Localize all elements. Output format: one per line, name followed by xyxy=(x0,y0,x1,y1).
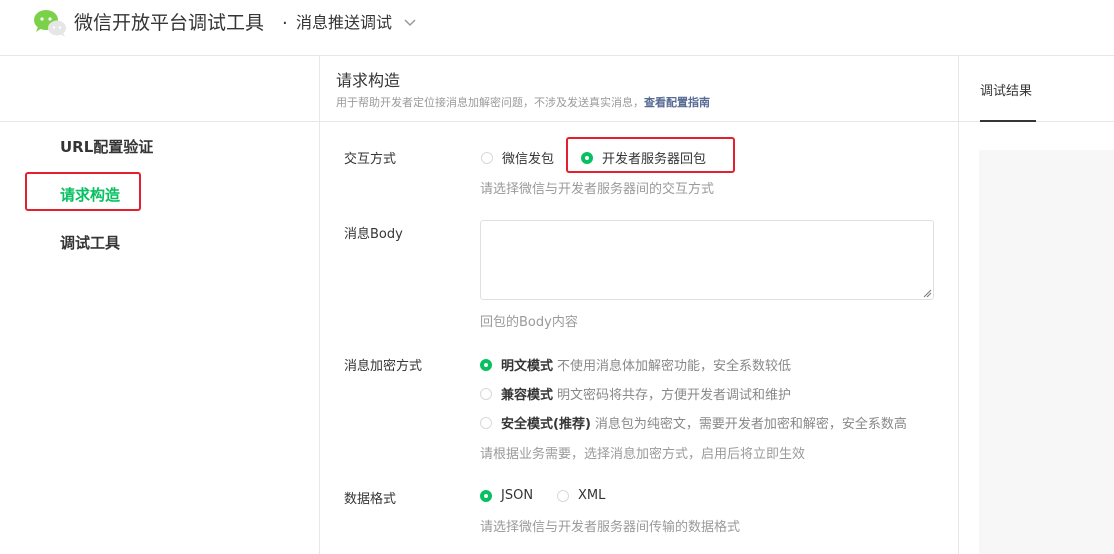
tab-debug-result[interactable]: 调试结果 xyxy=(980,80,1032,99)
radio-indicator xyxy=(481,151,493,164)
radio-label: 微信发包 xyxy=(502,152,555,167)
config-guide-link[interactable]: 查看配置指南 xyxy=(644,96,710,109)
body-hint: 回包的Body内容 xyxy=(480,315,578,330)
radio-secure-mode[interactable]: 安全模式(推荐) 消息包为纯密文，需要开发者加密和解密，安全系数高 xyxy=(480,413,907,432)
section-description-text: 用于帮助开发者定位接消息加解密问题，不涉及发送真实消息， xyxy=(336,96,644,109)
result-output-area xyxy=(979,150,1114,554)
encryption-label: 消息加密方式 xyxy=(344,359,423,374)
sidebar-header xyxy=(0,56,319,122)
radio-wechat-send[interactable]: 微信发包 xyxy=(481,148,554,167)
section-description: 用于帮助开发者定位接消息加解密问题，不涉及发送真实消息，查看配置指南 xyxy=(336,95,958,111)
result-header: 调试结果 xyxy=(959,56,1114,122)
radio-description: 不使用消息体加解密功能，安全系数较低 xyxy=(557,359,792,374)
radio-label: 明文模式 xyxy=(501,359,554,374)
radio-indicator xyxy=(480,358,492,371)
section-header: 请求构造 用于帮助开发者定位接消息加解密问题，不涉及发送真实消息，查看配置指南 xyxy=(320,56,958,122)
sidebar-item-request-build[interactable]: 请求构造 xyxy=(60,184,120,206)
wechat-logo-icon xyxy=(34,10,66,37)
tab-underline xyxy=(980,120,1036,122)
radio-indicator xyxy=(480,489,492,502)
sidebar-item-url-verify[interactable]: URL配置验证 xyxy=(60,136,153,158)
format-label: 数据格式 xyxy=(344,492,397,507)
message-body-input[interactable] xyxy=(480,220,934,300)
radio-label: 安全模式(推荐) xyxy=(501,417,591,432)
sidebar-item-debug-tools[interactable]: 调试工具 xyxy=(60,232,120,254)
radio-compatible-mode[interactable]: 兼容模式 明文密码将共存，方便开发者调试和维护 xyxy=(480,384,791,403)
result-panel-column: 调试结果 xyxy=(958,56,1114,554)
radio-format-xml[interactable]: XML xyxy=(557,488,605,503)
title-separator: · xyxy=(282,13,288,34)
radio-description: 明文密码将共存，方便开发者调试和维护 xyxy=(557,388,792,403)
top-bar: 微信开放平台调试工具 · 消息推送调试 xyxy=(0,0,1114,56)
radio-format-json[interactable]: JSON xyxy=(480,488,533,503)
sidebar xyxy=(0,56,320,554)
interaction-label: 交互方式 xyxy=(344,152,397,167)
radio-indicator xyxy=(557,489,569,502)
radio-indicator xyxy=(480,416,492,429)
page-title[interactable]: 消息推送调试 xyxy=(296,12,392,34)
resize-grip-icon[interactable] xyxy=(922,288,932,298)
main-panel: 请求构造 用于帮助开发者定位接消息加解密问题，不涉及发送真实消息，查看配置指南 … xyxy=(320,56,958,554)
section-title: 请求构造 xyxy=(336,71,401,90)
radio-label: XML xyxy=(578,488,606,503)
radio-indicator xyxy=(581,151,593,164)
chevron-down-icon[interactable] xyxy=(403,15,417,29)
body-label: 消息Body xyxy=(344,227,403,242)
radio-server-reply[interactable]: 开发者服务器回包 xyxy=(581,148,706,167)
format-hint: 请选择微信与开发者服务器间传输的数据格式 xyxy=(480,520,741,535)
radio-plaintext-mode[interactable]: 明文模式 不使用消息体加解密功能，安全系数较低 xyxy=(480,355,791,374)
interaction-hint: 请选择微信与开发者服务器间的交互方式 xyxy=(480,182,715,197)
radio-label: 开发者服务器回包 xyxy=(602,152,707,167)
radio-label: 兼容模式 xyxy=(501,388,554,403)
radio-indicator xyxy=(480,387,492,400)
radio-label: JSON xyxy=(501,488,534,503)
encryption-hint: 请根据业务需要，选择消息加密方式，启用后将立即生效 xyxy=(480,447,806,462)
app-title: 微信开放平台调试工具 xyxy=(74,12,265,34)
radio-description: 消息包为纯密文，需要开发者加密和解密，安全系数高 xyxy=(594,417,907,432)
